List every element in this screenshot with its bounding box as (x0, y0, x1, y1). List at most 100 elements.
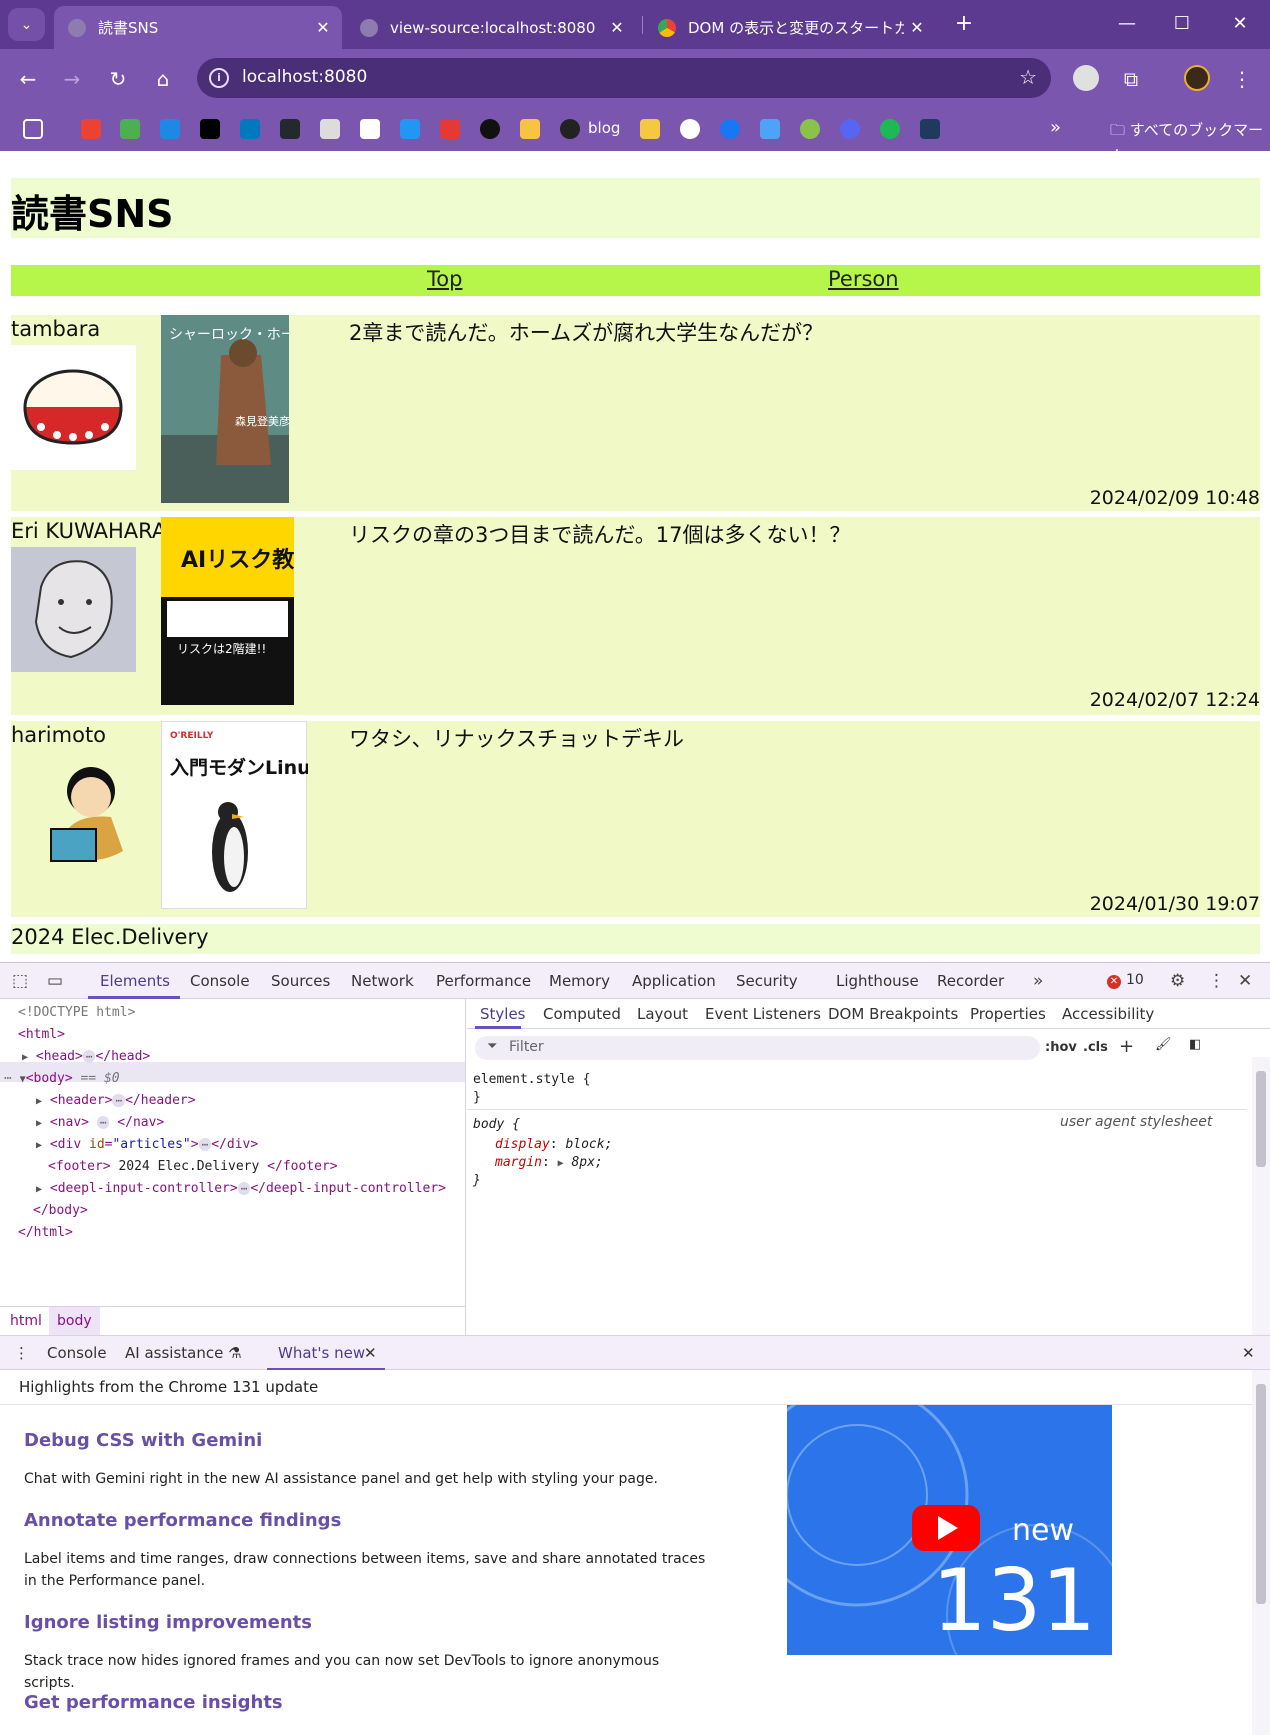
note-icon[interactable] (480, 119, 500, 139)
tab-security[interactable]: Security (736, 972, 798, 990)
tab-network[interactable]: Network (351, 972, 414, 990)
close-icon[interactable]: ✕ (904, 18, 930, 37)
tab-elements[interactable]: Elements (100, 972, 170, 990)
cls-toggle[interactable]: .cls (1083, 1040, 1108, 1055)
book-cover-image[interactable]: AIリスク教本 リスクは2階建!! (161, 517, 316, 705)
collapsed-ellipsis[interactable]: ⋯ (198, 1138, 212, 1151)
breadcrumb-html[interactable]: html (10, 1313, 42, 1329)
styles-filter-input[interactable]: ⏷ Filter (475, 1036, 1040, 1060)
drawer-tab-ai-assistance[interactable]: AI assistance ⚗ (125, 1344, 242, 1362)
inspect-element-icon[interactable]: ⬚ (12, 971, 28, 991)
new-tab-button[interactable]: + (950, 10, 978, 38)
tab-console[interactable]: Console (190, 972, 250, 990)
more-tabs-icon[interactable]: » (1033, 971, 1043, 991)
github-icon[interactable] (280, 119, 300, 139)
tab-application[interactable]: Application (632, 972, 716, 990)
feature-heading[interactable]: Annotate performance findings (24, 1510, 341, 1531)
bookmark-star-icon[interactable]: ☆ (1019, 65, 1037, 89)
dom-nav-node[interactable]: ▶ <nav> ⋯ </nav> (36, 1115, 164, 1130)
toggle-sidebar-icon[interactable]: ◧ (1189, 1037, 1201, 1052)
dom-articles-node[interactable]: ▶ <div id="articles"> ⋯ </div> (36, 1137, 258, 1152)
error-counter[interactable]: ✕ 10 (1107, 972, 1144, 989)
tab-layout[interactable]: Layout (637, 1005, 688, 1023)
whats-new-scrollbar[interactable] (1252, 1370, 1270, 1735)
address-bar[interactable]: i localhost:8080 ☆ (197, 58, 1051, 98)
tab-view-source[interactable]: view-source:localhost:8080 ✕ (346, 6, 636, 49)
dom-footer-node[interactable]: <footer> 2024 Elec.Delivery </footer> (48, 1159, 338, 1174)
tab-lighthouse[interactable]: Lighthouse (836, 972, 919, 990)
tab-sources[interactable]: Sources (271, 972, 330, 990)
bookmark-icon[interactable] (640, 119, 660, 139)
tab-accessibility[interactable]: Accessibility (1062, 1005, 1154, 1023)
dom-header-node[interactable]: ▶ <header> ⋯ </header> (36, 1093, 196, 1108)
maximize-button[interactable]: ☐ (1160, 10, 1204, 38)
tab-dokusho-sns[interactable]: 読書SNS ✕ (54, 6, 342, 49)
bookmark-icon[interactable] (320, 119, 340, 139)
tab-dom-guide[interactable]: DOM の表示と変更のスタートガイド ✕ (644, 6, 936, 49)
css-declaration-margin[interactable]: margin: ▶ 8px; (495, 1155, 603, 1170)
extensions-puzzle-icon[interactable]: ⧉ (1115, 63, 1147, 95)
scrollbar-thumb[interactable] (1256, 1384, 1266, 1604)
url-text[interactable]: localhost:8080 (242, 67, 367, 87)
dom-body-close[interactable]: </body> (33, 1203, 88, 1218)
feature-heading[interactable]: Get performance insights (24, 1692, 283, 1713)
bookmark-icon[interactable] (520, 119, 540, 139)
styles-scrollbar[interactable] (1252, 1057, 1270, 1335)
new-style-rule-icon[interactable]: + (1119, 1036, 1134, 1057)
devtools-menu-icon[interactable]: ⋮ (1208, 971, 1225, 991)
bookmark-blog[interactable]: blog (588, 119, 620, 137)
tab-search-button[interactable]: ⌄ (8, 8, 45, 41)
nav-link-top[interactable]: Top (427, 267, 462, 291)
chrome-menu-icon[interactable]: ⋮ (1226, 63, 1258, 95)
close-drawer-icon[interactable]: ✕ (1242, 1344, 1255, 1362)
apps-grid-icon[interactable] (23, 119, 43, 139)
scrollbar-thumb[interactable] (1256, 1071, 1266, 1167)
yahoo-icon[interactable] (440, 119, 460, 139)
collapsed-ellipsis[interactable]: ⋯ (112, 1094, 126, 1107)
drawer-tab-console[interactable]: Console (47, 1344, 107, 1362)
extension-icon[interactable] (1073, 65, 1099, 91)
tab-styles[interactable]: Styles (480, 1005, 526, 1023)
dom-html-close[interactable]: </html> (18, 1225, 73, 1240)
book-cover-image[interactable]: O'REILLY 入門モダンLinux (161, 721, 323, 909)
hov-toggle[interactable]: :hov (1045, 1040, 1077, 1055)
expand-triangle-icon[interactable]: ▶ (36, 1118, 42, 1129)
tab-memory[interactable]: Memory (549, 972, 610, 990)
close-icon[interactable]: ✕ (364, 1344, 377, 1362)
back-arrow-icon[interactable]: ← (12, 63, 44, 95)
blog-icon[interactable] (560, 119, 580, 139)
settings-gear-icon[interactable]: ⚙ (1170, 971, 1185, 991)
book-cover-image[interactable]: シャーロック・ホームズの凱旋 森見登美彦 (161, 315, 364, 503)
tab-recorder[interactable]: Recorder (937, 972, 1004, 990)
dom-body-node[interactable]: ⋯ ▼<body> == $0 (4, 1071, 120, 1086)
x-icon[interactable] (200, 119, 220, 139)
minimize-button[interactable]: — (1105, 10, 1149, 38)
collapse-triangle-icon[interactable]: ▼ (20, 1074, 26, 1085)
expand-triangle-icon[interactable]: ▶ (36, 1140, 42, 1151)
dom-doctype[interactable]: <!DOCTYPE html> (18, 1005, 135, 1020)
onedrive-icon[interactable] (760, 119, 780, 139)
collapsed-ellipsis[interactable]: ⋯ (82, 1050, 96, 1063)
drawer-tab-whats-new[interactable]: What's new (278, 1344, 365, 1362)
home-icon[interactable]: ⌂ (147, 63, 179, 95)
reload-icon[interactable]: ↻ (102, 63, 134, 95)
forward-arrow-icon[interactable]: → (56, 63, 88, 95)
close-icon[interactable]: ✕ (310, 18, 336, 37)
dom-html-open[interactable]: <html> (18, 1027, 65, 1042)
drawer-menu-icon[interactable]: ⋮ (14, 1344, 29, 1362)
breadcrumb-body[interactable]: body (49, 1307, 100, 1335)
bookmark-icon[interactable] (400, 119, 420, 139)
facebook-icon[interactable] (720, 119, 740, 139)
dom-deepl-node[interactable]: ▶ <deepl-input-controller> ⋯ </deepl-input… (36, 1181, 446, 1196)
feature-heading[interactable]: Debug CSS with Gemini (24, 1430, 262, 1451)
spotify-icon[interactable] (880, 119, 900, 139)
node-actions-icon[interactable]: ⋯ (4, 1071, 12, 1086)
paint-brush-icon[interactable]: 🖌 (1155, 1037, 1172, 1052)
bookmark-icon[interactable] (680, 119, 700, 139)
bookmark-icon[interactable] (160, 119, 180, 139)
amazon-icon[interactable] (360, 119, 380, 139)
bookmark-icon[interactable] (120, 119, 140, 139)
expand-triangle-icon[interactable]: ▶ (36, 1184, 42, 1195)
tab-event-listeners[interactable]: Event Listeners (705, 1005, 821, 1023)
body-rule-selector[interactable]: body { (473, 1117, 520, 1132)
